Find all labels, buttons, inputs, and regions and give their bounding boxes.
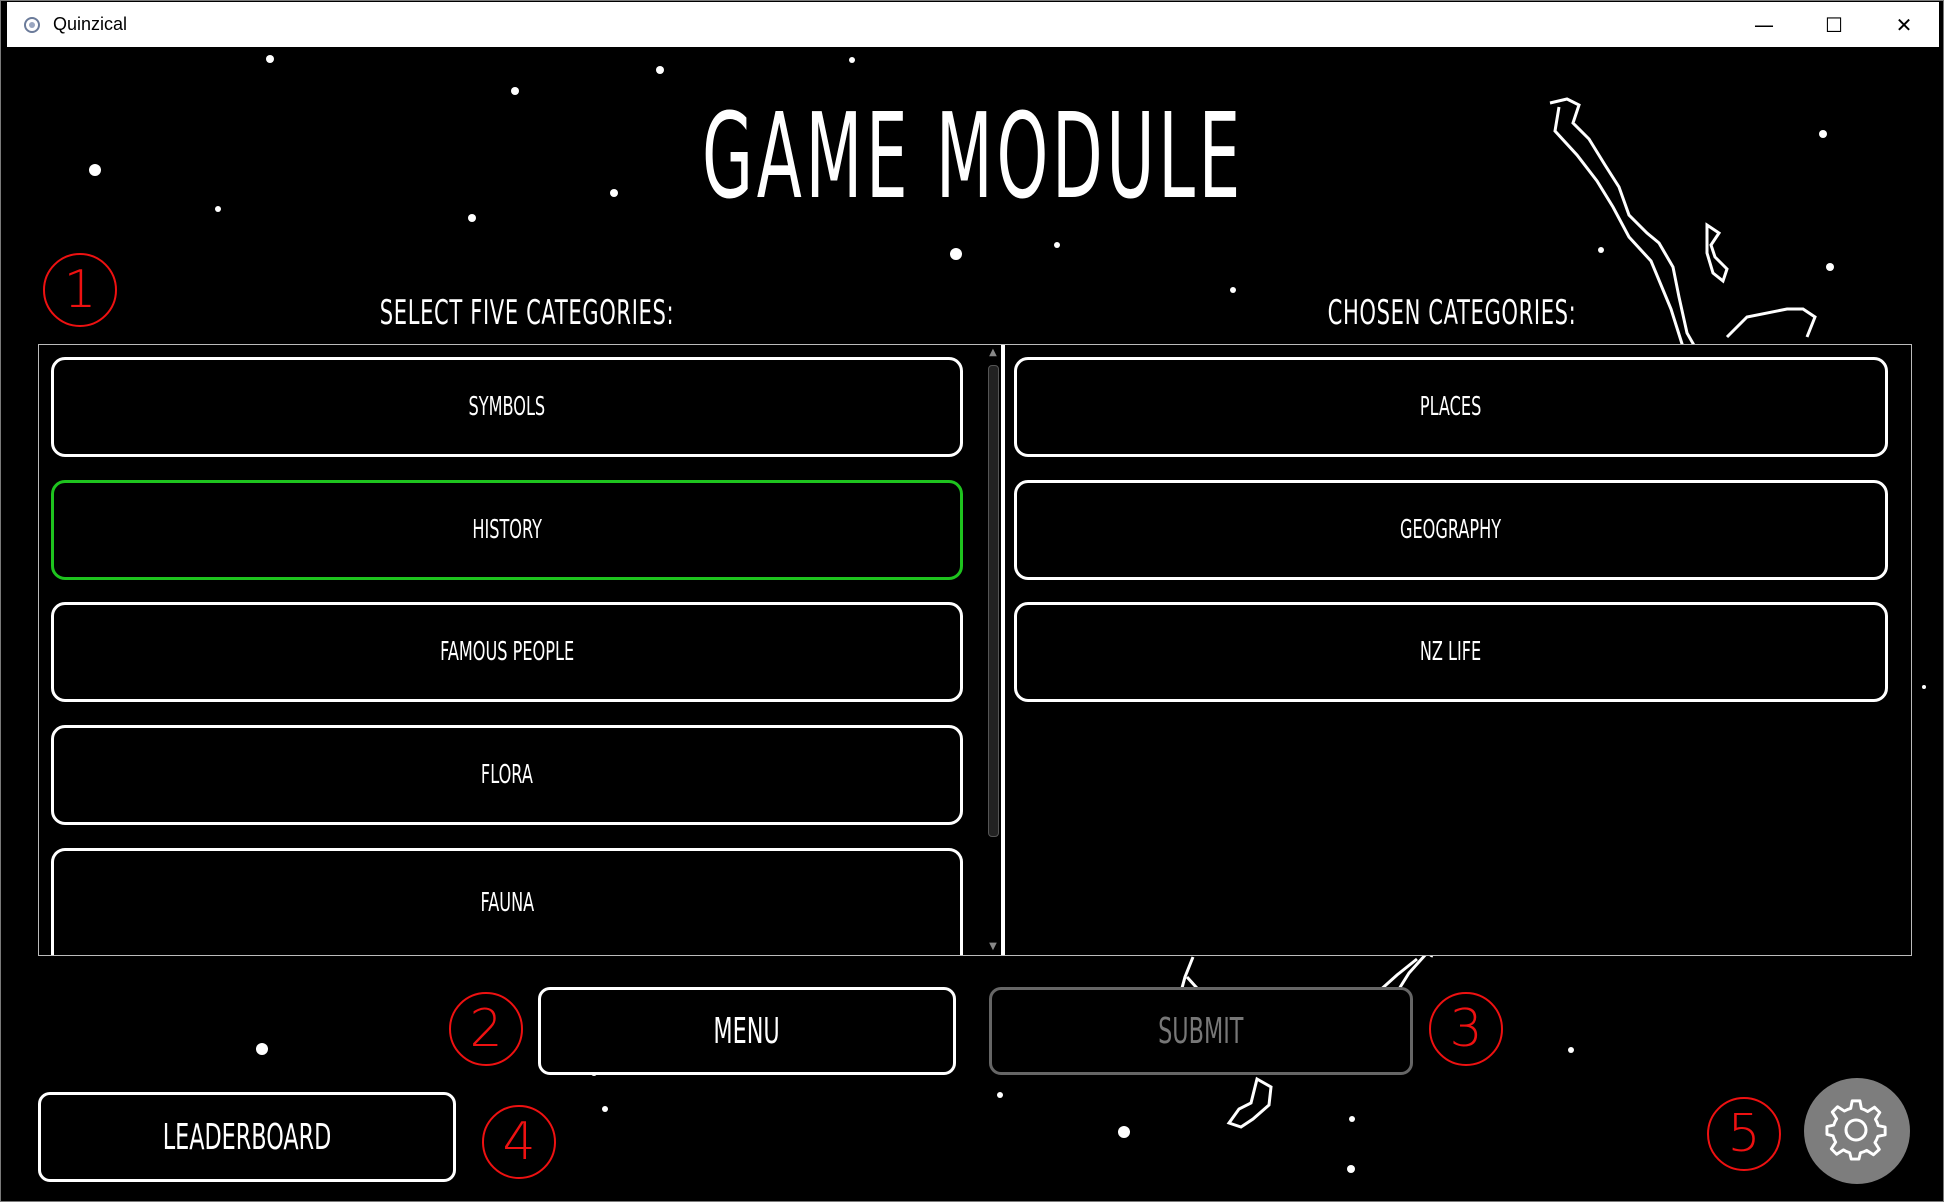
select-categories-label: SELECT FIVE CATEGORIES: [379, 293, 675, 333]
annotation-marker-3: 3 [1429, 992, 1503, 1066]
chosen-label: GEOGRAPHY [1400, 515, 1502, 545]
chosen-item-places[interactable]: PLACES [1014, 357, 1888, 457]
category-label: FAMOUS PEOPLE [439, 637, 575, 667]
game-module-screen: GAME MODULE SELECT FIVE CATEGORIES: CHOS… [7, 47, 1939, 1197]
menu-button[interactable]: MENU [538, 987, 956, 1075]
category-label: SYMBOLS [468, 392, 546, 422]
category-item-famous-people[interactable]: FAMOUS PEOPLE [51, 602, 963, 702]
window-title: Quinzical [53, 14, 128, 34]
panel-divider [1001, 345, 1005, 955]
category-label: FLORA [481, 760, 533, 790]
category-item-fauna[interactable]: FAUNA [51, 848, 963, 955]
category-list-scrollbar[interactable]: ▲ ▼ [985, 345, 1001, 955]
page-title: GAME MODULE [702, 87, 1244, 225]
annotation-marker-4: 4 [482, 1105, 556, 1179]
app-icon [21, 14, 43, 36]
scroll-down-arrow[interactable]: ▼ [985, 939, 1001, 955]
category-label: HISTORY [472, 515, 542, 545]
settings-button[interactable] [1804, 1078, 1910, 1184]
window-controls: — ☐ ✕ [1729, 2, 1939, 47]
submit-button-label: SUBMIT [1158, 1010, 1244, 1052]
close-button[interactable]: ✕ [1869, 2, 1939, 47]
leaderboard-button[interactable]: LEADERBOARD [38, 1092, 456, 1182]
annotation-marker-1: 1 [43, 253, 117, 327]
annotation-marker-2: 2 [449, 992, 523, 1066]
maximize-button[interactable]: ☐ [1799, 2, 1869, 47]
scroll-thumb[interactable] [988, 365, 999, 837]
leaderboard-button-label: LEADERBOARD [162, 1116, 332, 1158]
chosen-categories-label: CHOSEN CATEGORIES: [1327, 293, 1577, 333]
chosen-item-nz-life[interactable]: NZ LIFE [1014, 602, 1888, 702]
category-item-history[interactable]: HISTORY [51, 480, 963, 580]
title-bar: Quinzical — ☐ ✕ [7, 2, 1939, 47]
submit-button[interactable]: SUBMIT [989, 987, 1413, 1075]
minimize-button[interactable]: — [1729, 2, 1799, 47]
category-label: FAUNA [480, 888, 534, 918]
menu-button-label: MENU [713, 1010, 781, 1052]
chosen-label: PLACES [1420, 392, 1482, 422]
scroll-up-arrow[interactable]: ▲ [985, 345, 1001, 361]
annotation-marker-5: 5 [1707, 1097, 1781, 1171]
category-item-flora[interactable]: FLORA [51, 725, 963, 825]
gear-icon [1825, 1099, 1887, 1161]
chosen-label: NZ LIFE [1420, 637, 1482, 667]
chosen-item-geography[interactable]: GEOGRAPHY [1014, 480, 1888, 580]
categories-panel: SYMBOLS HISTORY FAMOUS PEOPLE FLORA FAUN… [38, 344, 1912, 956]
app-window: Quinzical — ☐ ✕ GAME MODULE SELECT FIVE … [0, 0, 1944, 1202]
category-item-symbols[interactable]: SYMBOLS [51, 357, 963, 457]
